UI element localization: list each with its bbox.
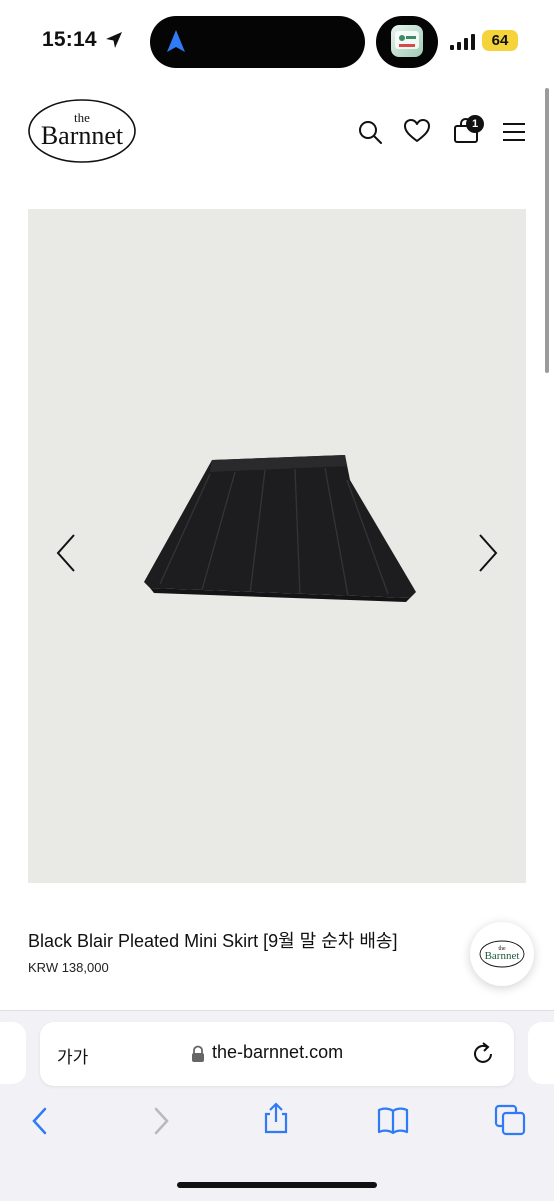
product-price: KRW 138,000 (28, 960, 109, 975)
next-image-chevron-icon[interactable] (472, 531, 502, 575)
search-icon[interactable] (356, 118, 384, 146)
scroll-indicator (545, 88, 549, 373)
reload-icon[interactable] (470, 1041, 496, 1067)
url-text[interactable]: the-barnnet.com (212, 1042, 343, 1063)
app-thumbnail-icon (391, 25, 423, 57)
previous-tab-peek[interactable] (0, 1022, 26, 1084)
cart-count-badge: 1 (466, 115, 484, 133)
bookmarks-book-icon[interactable] (377, 1105, 409, 1137)
skirt-image (144, 455, 416, 602)
home-indicator[interactable] (177, 1182, 377, 1188)
battery-indicator: 64 (482, 30, 518, 51)
product-title: Black Blair Pleated Mini Skirt [9월 말 순차 … (28, 931, 398, 951)
chat-button[interactable]: the Barnnet (470, 922, 534, 986)
next-tab-peek[interactable] (528, 1022, 554, 1084)
svg-text:Barnnet: Barnnet (485, 950, 520, 962)
menu-hamburger-icon[interactable] (500, 118, 528, 146)
share-icon[interactable] (260, 1102, 292, 1134)
previous-image-chevron-icon[interactable] (52, 531, 82, 575)
lock-icon (192, 1045, 204, 1062)
barnnet-chat-logo: the Barnnet (479, 940, 525, 968)
back-chevron-icon[interactable] (25, 1105, 57, 1137)
navigation-arrow-icon (167, 30, 185, 52)
forward-chevron-icon[interactable] (144, 1105, 176, 1137)
text-size-button[interactable]: 가가 (57, 1043, 88, 1068)
location-arrow-icon (106, 32, 122, 48)
tabs-overview-icon[interactable] (494, 1104, 526, 1136)
status-time: 15:14 (42, 28, 97, 51)
cellular-signal-icon (450, 34, 475, 50)
barnnet-logo[interactable]: the Barnnet (27, 98, 137, 164)
svg-text:Barnnet: Barnnet (41, 121, 124, 150)
wishlist-heart-icon[interactable] (403, 117, 431, 145)
